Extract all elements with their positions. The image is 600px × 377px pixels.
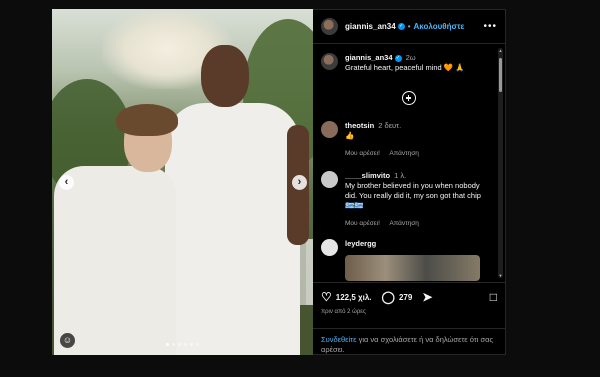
comment-icon[interactable]: ◯ — [382, 291, 395, 303]
previous-slide-button[interactable]: ‹ — [59, 175, 74, 190]
comment-username[interactable]: ____slimvito — [345, 171, 390, 180]
author-username[interactable]: giannis_an34 — [345, 22, 396, 31]
slide-dot — [172, 343, 175, 346]
comment-like-button[interactable]: Μου αρέσει! — [345, 150, 380, 157]
comment-avatar[interactable] — [321, 171, 338, 188]
bookmark-icon[interactable]: □ — [490, 291, 497, 303]
login-prompt: Συνδεθείτε για να σχολιάσετε ή να δηλώσε… — [313, 328, 505, 355]
comment-text: 👍 — [345, 131, 355, 140]
post-modal: ‹ › ☺ giannis_an34 ✓ • Ακολουθήστε ••• g… — [52, 9, 506, 355]
comment-reply-button[interactable]: Απάντηση — [389, 150, 419, 157]
comment-item: ____slimvito 1 λ. My brother believed in… — [313, 171, 505, 229]
likes-count[interactable]: 122,5 χιλ. — [336, 293, 372, 302]
scroll-down-icon[interactable]: ▼ — [498, 273, 503, 278]
login-link[interactable]: Συνδεθείτε — [321, 335, 357, 344]
comment-username[interactable]: theotsin — [345, 121, 374, 130]
ellipsis-icon[interactable]: ••• — [483, 21, 497, 32]
comments-scroll-area[interactable]: giannis_an34 ✓ 2ω Grateful heart, peacefu… — [313, 45, 505, 281]
slide-dot — [166, 343, 169, 346]
slide-dot — [178, 343, 181, 346]
post-side-panel: giannis_an34 ✓ • Ακολουθήστε ••• giannis… — [313, 9, 506, 355]
post-actions: ♡ 122,5 χιλ. ◯ 279 ➤ □ πριν από 2 ώρες — [313, 282, 505, 315]
slide-dot — [184, 343, 187, 346]
slide-dot — [196, 343, 199, 346]
comments-scrollbar[interactable]: ▲ ▼ — [498, 48, 503, 278]
slide-indicator — [52, 343, 313, 346]
post-caption: giannis_an34 ✓ 2ω Grateful heart, peacefu… — [313, 45, 505, 73]
post-image: ‹ › ☺ — [52, 9, 313, 355]
caption-text: Grateful heart, peaceful mind 🧡 🙏 — [345, 63, 465, 72]
comment-item: leydergg — [313, 239, 505, 281]
caption-avatar[interactable] — [321, 53, 338, 70]
header-separator: • — [407, 22, 411, 31]
share-icon[interactable]: ➤ — [422, 291, 432, 303]
comment-time: 2 δευτ. — [378, 121, 402, 130]
post-timestamp: πριν από 2 ώρες — [321, 309, 366, 315]
comment-text: My brother believed in you when nobody d… — [345, 181, 481, 210]
avatar[interactable] — [321, 18, 338, 35]
comments-count: 279 — [398, 292, 413, 302]
comment-item: theotsin 2 δευτ. 👍 Μου αρέσει! Απάντηση — [313, 121, 505, 159]
add-comment-icon[interactable] — [402, 91, 416, 105]
comment-reply-button[interactable]: Απάντηση — [389, 220, 419, 227]
comment-username[interactable]: leydergg — [345, 239, 376, 248]
comment-avatar[interactable] — [321, 239, 338, 256]
caption-username[interactable]: giannis_an34 — [345, 53, 393, 62]
comment-media-thumbnail[interactable] — [345, 255, 480, 281]
comment-avatar[interactable] — [321, 121, 338, 138]
comment-time: 1 λ. — [394, 171, 407, 180]
verified-icon: ✓ — [397, 23, 405, 30]
image-person-left — [54, 104, 178, 355]
next-slide-button[interactable]: › — [292, 175, 307, 190]
heart-icon[interactable]: ♡ — [321, 291, 332, 303]
slide-dot — [190, 343, 193, 346]
post-header: giannis_an34 ✓ • Ακολουθήστε ••• — [313, 10, 505, 44]
verified-icon: ✓ — [394, 54, 402, 62]
image-person-right — [165, 45, 309, 355]
scrollbar-thumb[interactable] — [499, 58, 502, 92]
comment-like-button[interactable]: Μου αρέσει! — [345, 220, 380, 227]
follow-button[interactable]: Ακολουθήστε — [414, 22, 465, 31]
caption-time: 2ω — [405, 53, 416, 62]
scroll-up-icon[interactable]: ▲ — [498, 48, 503, 53]
